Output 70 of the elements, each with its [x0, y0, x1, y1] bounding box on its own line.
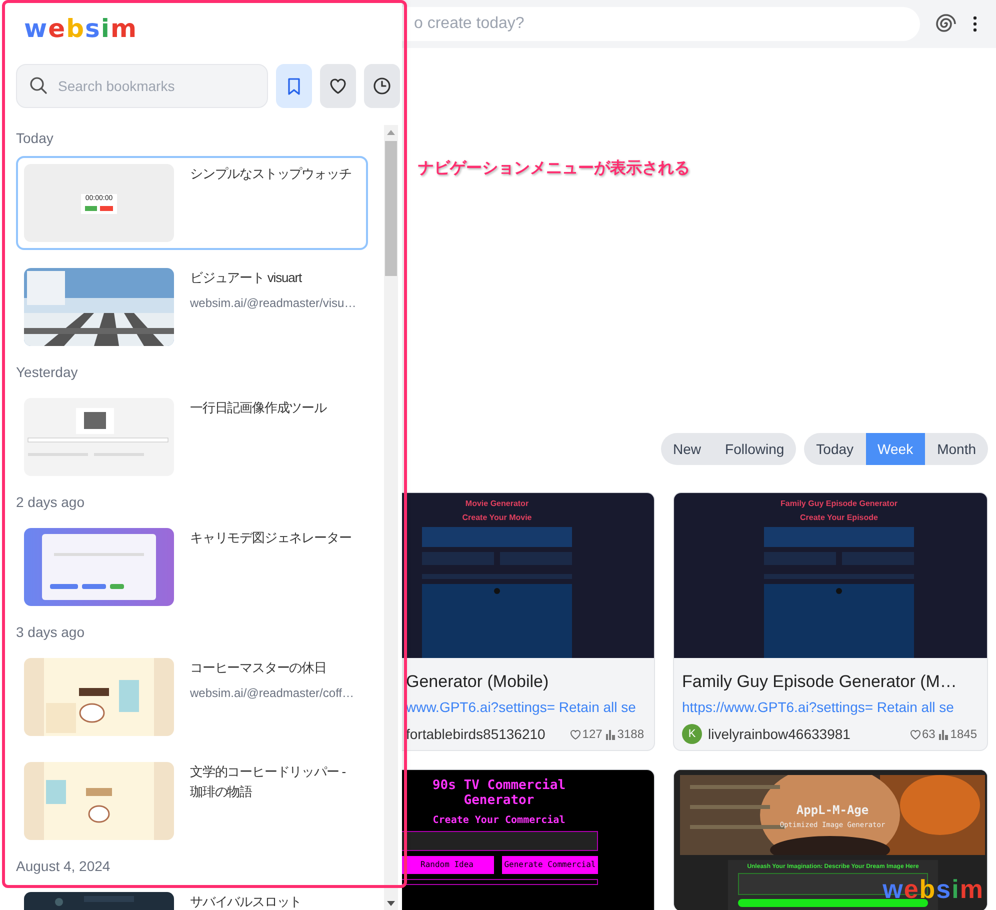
project-card[interactable]: 90s TV Commercial Generator Create Your Commercial Random Idea Generate Commercial	[400, 769, 655, 910]
date-heading: August 4, 2024	[16, 857, 112, 876]
bookmark-item[interactable]: コーヒーマスターの休日 websim.ai/@readmaster/coff…	[16, 650, 368, 744]
avatar: K	[682, 724, 702, 744]
view-count: 1845	[950, 727, 977, 741]
card-title: Generator (Mobile)	[406, 671, 550, 693]
bookmark-item[interactable]: サバイバルスロット	[16, 884, 368, 910]
bookmark-title: 文学的コーヒードリッパー - 珈琲の物語	[190, 763, 347, 801]
heart-icon	[910, 728, 921, 740]
card-title: Family Guy Episode Generator (M…	[682, 671, 958, 693]
bookmark-url: websim.ai/@readmaster/visu…	[190, 296, 356, 310]
scroll-down-arrow-icon[interactable]	[386, 900, 396, 906]
project-card[interactable]: Movie Generator Create Your Movie Generator (Mobile) www.GPT6.ai?settings= Retain all se fortablebirds85136210 127 3188	[400, 492, 655, 751]
heart-icon	[570, 728, 582, 740]
preview-title: Movie Generator	[465, 499, 529, 508]
preview-button: Generate Commercial	[502, 856, 598, 874]
bookmark-icon	[285, 77, 303, 95]
clock-icon	[373, 77, 391, 95]
preview-button	[422, 552, 494, 565]
preview-button	[500, 552, 572, 565]
preview-title: 90s TV Commercial Generator	[431, 778, 567, 808]
date-heading: Yesterday	[16, 363, 79, 382]
date-heading: 3 days ago	[16, 623, 86, 642]
date-heading: 2 days ago	[16, 493, 86, 512]
preview-subtitle: Create Your Movie	[462, 513, 532, 522]
date-heading: Today	[16, 129, 54, 148]
search-icon	[29, 76, 48, 95]
clock-filter-button[interactable]	[364, 64, 400, 108]
preview-button	[764, 552, 836, 565]
annotation-text: ナビゲーションメニューが表示される	[418, 158, 690, 179]
bookmark-item[interactable]: 文学的コーヒードリッパー - 珈琲の物語	[16, 754, 368, 848]
sort-tab[interactable]: New	[661, 433, 714, 465]
scrollbar-thumb[interactable]	[385, 141, 397, 276]
bar-chart-icon	[605, 728, 616, 740]
author-name[interactable]: livelyrainbow46633981	[708, 726, 850, 742]
preview-button: Random Idea	[400, 856, 494, 874]
preview-title: AppL-M-Age	[796, 803, 869, 817]
view-count: 3188	[617, 727, 644, 741]
preview-title: Family Guy Episode Generator	[780, 499, 898, 508]
websim-logo[interactable]: websim	[882, 878, 984, 900]
heart-filter-button[interactable]	[320, 64, 356, 108]
like-count: 127	[582, 727, 602, 741]
websim-logo[interactable]: websim	[24, 14, 138, 48]
bookmark-url: websim.ai/@readmaster/coff…	[190, 686, 354, 700]
bookmark-title: キャリモデ図ジェネレーター	[190, 529, 352, 547]
period-tab[interactable]: Month	[925, 433, 988, 465]
bookmark-item[interactable]: キャリモデ図ジェネレーター	[16, 520, 368, 614]
like-count: 63	[922, 727, 936, 741]
preview-subtitle: Create Your Commercial	[432, 815, 566, 826]
loading-dot	[836, 588, 842, 594]
bookmark-title: 一行日記画像作成ツール	[190, 399, 326, 417]
bookmark-title: ビジュアート visuart	[190, 269, 303, 287]
bookmark-item[interactable]: ビジュアート visuart websim.ai/@readmaster/visu…	[16, 260, 368, 354]
bookmark-filter-button[interactable]	[276, 64, 312, 108]
bookmark-title: シンプルなストップウォッチ	[190, 165, 352, 183]
search-field[interactable]: Search bookmarks	[16, 64, 268, 108]
heart-icon	[329, 77, 347, 95]
prompt-field[interactable]: o create today?	[402, 7, 920, 41]
bookmark-title: コーヒーマスターの休日	[190, 659, 328, 677]
author-name[interactable]: fortablebirds85136210	[406, 726, 546, 742]
sort-tab[interactable]: Following	[713, 433, 796, 465]
project-card[interactable]: Family Guy Episode Generator Create Your Episode Family Guy Episode Generator (M… https://www.GPT6.ai?settings= Retain all se K livelyrainbow46633981 63 1845	[673, 492, 988, 751]
bookmark-title: サバイバルスロット	[190, 893, 302, 910]
more-menu-icon[interactable]	[972, 15, 978, 33]
preview-subtitle: Create Your Episode	[800, 513, 878, 522]
bookmark-item[interactable]: 一行日記画像作成ツール	[16, 390, 368, 484]
preview-button	[842, 552, 914, 565]
loading-dot	[494, 588, 500, 594]
period-tab[interactable]: Today	[804, 433, 866, 465]
bar-chart-icon	[938, 728, 950, 740]
